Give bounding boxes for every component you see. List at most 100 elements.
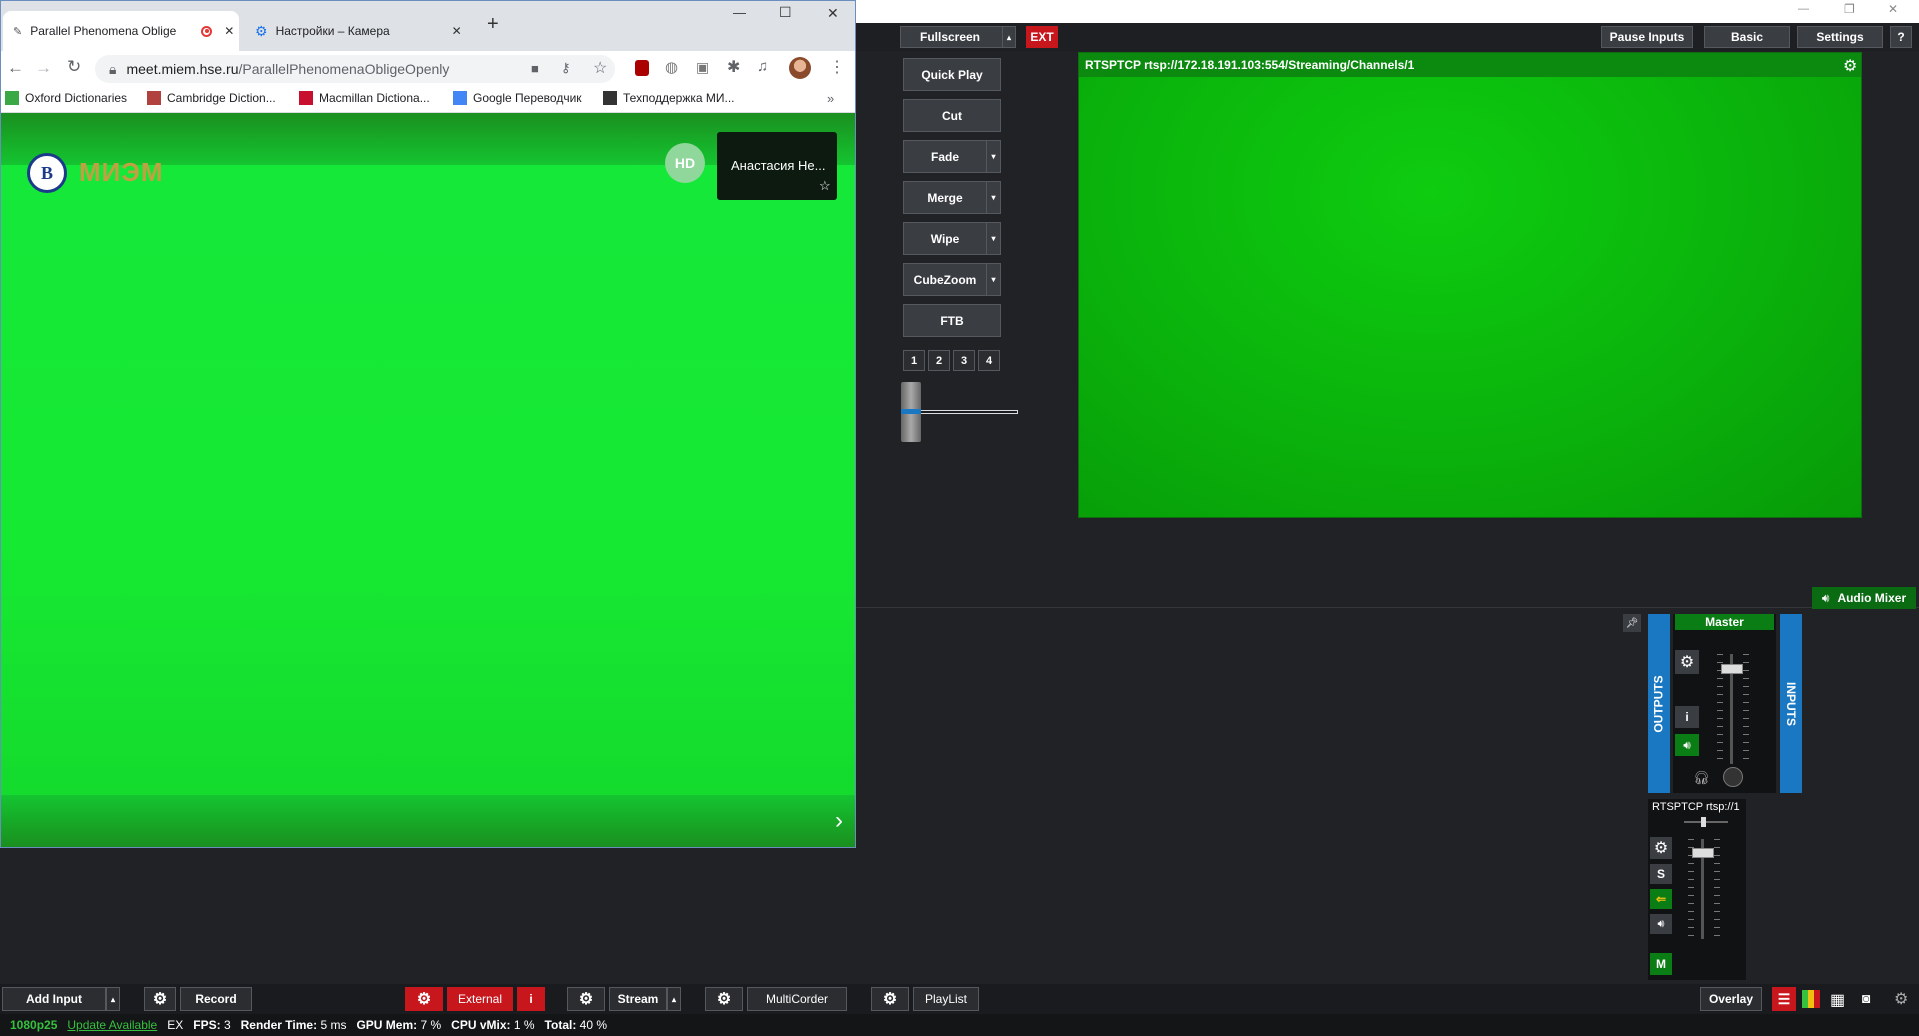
master-knob-dial[interactable] [1723,767,1743,787]
menu-icon[interactable]: ⋮ [829,57,845,77]
route-arrow-icon[interactable]: ⇐ [1650,889,1672,909]
reload-icon[interactable]: ↻ [67,57,81,77]
snapshot-icon[interactable]: ◙ [1862,990,1870,1006]
bookmark-oxford[interactable]: Oxford Dictionaries [5,91,127,105]
update-available-link[interactable]: Update Available [67,1018,157,1032]
number-button-3[interactable]: 3 [953,350,975,371]
multicorder-button[interactable]: MultiCorder [747,987,847,1011]
status-tuning-icon[interactable]: ⚙ [1894,989,1908,1009]
outputs-tab[interactable]: OUTPUTS [1648,614,1670,793]
inputs-tab[interactable]: INPUTS [1780,614,1802,793]
input-strip: RTSPTCP rtsp://1 ⚙ S ⇐ 🔊︎ M [1648,799,1746,980]
external-button[interactable]: External [447,987,513,1011]
avatar[interactable] [789,57,811,79]
pin-icon[interactable]: 📌︎ [1623,614,1641,632]
stream-dropdown[interactable]: ▴ [667,987,681,1011]
merge-button[interactable]: Merge [903,181,987,214]
forward-icon[interactable]: → [35,58,52,78]
fullscreen-button[interactable]: Fullscreen [900,26,1014,48]
cubezoom-button[interactable]: CubeZoom [903,263,987,296]
number-button-4[interactable]: 4 [978,350,1000,371]
master-fader-knob[interactable] [1721,664,1743,674]
help-button[interactable]: ? [1890,26,1912,48]
playlist-button[interactable]: PlayList [913,987,979,1011]
close-window-button[interactable]: ✕ [827,5,839,22]
number-button-1[interactable]: 1 [903,350,925,371]
external-info-button[interactable]: i [517,987,545,1011]
master-info-button[interactable]: i [1675,706,1699,728]
t-bar-handle[interactable] [901,382,921,442]
bookmark-support[interactable]: Техподдержка МИ... [603,91,735,105]
vmix-restore-button[interactable]: ❐ [1844,2,1855,16]
pin-star-icon[interactable]: ☆ [819,178,831,194]
external-gear-icon[interactable]: ⚙ [405,987,443,1011]
ftb-button[interactable]: FTB [903,304,1001,337]
tab-meet[interactable]: ✎ Parallel Phenomena Oblige ✕ [3,11,239,51]
camera-icon[interactable]: ■ [531,61,539,76]
fullscreen-dropdown[interactable]: ▴ [1002,26,1016,48]
maximize-button[interactable]: ☐ [779,4,792,21]
master-gear-icon[interactable]: ⚙ [1675,650,1699,674]
audio-mixer-button[interactable]: 🔊︎ Audio Mixer [1812,587,1916,609]
preview-gear-icon[interactable]: ⚙ [1843,56,1857,76]
fade-button[interactable]: Fade [903,140,987,173]
profile-avatar[interactable]: HD [665,143,705,183]
ublock-icon[interactable] [635,60,649,76]
new-tab-button[interactable]: + [487,13,499,36]
ext-button[interactable]: EXT [1026,26,1058,48]
headphones-icon[interactable]: 🎧︎ [1693,770,1710,786]
minimize-button[interactable]: — [733,5,746,20]
tab-close-icon[interactable]: ✕ [452,24,462,38]
bookmarks-more-icon[interactable]: » [827,91,834,106]
puzzle-icon[interactable]: ✱ [727,57,740,77]
playlist-gear-icon[interactable]: ⚙ [871,987,909,1011]
mute-button[interactable]: M [1650,953,1672,975]
key-icon[interactable]: ⚷ [561,60,571,76]
level-meter-icon[interactable] [1802,990,1820,1008]
settings-button[interactable]: Settings [1797,26,1883,48]
stream-gear-icon[interactable]: ⚙ [567,987,605,1011]
add-input-button[interactable]: Add Input [2,987,106,1011]
oxford-icon [5,91,19,105]
input-speaker-icon[interactable]: 🔊︎ [1650,914,1672,934]
extension-lock-icon[interactable]: ▣ [696,59,709,76]
record-button[interactable]: Record [180,987,252,1011]
record-gear-icon[interactable]: ⚙ [144,987,176,1011]
multiview-icon[interactable]: ▦ [1830,990,1845,1010]
solo-button[interactable]: S [1650,864,1672,884]
basic-button[interactable]: Basic [1704,26,1790,48]
master-speaker-icon[interactable]: 🔊︎ [1675,734,1699,756]
cut-button[interactable]: Cut [903,99,1001,132]
tab-settings-camera[interactable]: ⚙ Настройки – Камера ✕ [243,11,479,51]
globe-icon[interactable]: ◍ [665,58,678,76]
pause-inputs-button[interactable]: Pause Inputs [1601,26,1693,48]
wipe-dropdown[interactable]: ▾ [986,222,1001,255]
participant-tile[interactable]: Анастасия Не... ☆ [717,132,837,200]
list-view-icon[interactable]: ☰ [1772,987,1796,1011]
bookmark-cambridge[interactable]: Cambridge Diction... [147,91,276,105]
star-icon[interactable]: ☆ [593,58,607,78]
bookmark-macmillan[interactable]: Macmillan Dictiona... [299,91,430,105]
wipe-button[interactable]: Wipe [903,222,987,255]
overlay-button[interactable]: Overlay [1700,987,1762,1011]
multicorder-gear-icon[interactable]: ⚙ [705,987,743,1011]
input-balance-knob[interactable] [1701,817,1706,827]
next-arrow-icon[interactable]: › [835,807,843,835]
vmix-close-button[interactable]: ✕ [1888,2,1898,16]
fade-dropdown[interactable]: ▾ [986,140,1001,173]
merge-dropdown[interactable]: ▾ [986,181,1001,214]
preview-output[interactable]: RTSPTCP rtsp://172.18.191.103:554/Stream… [1078,52,1862,518]
input-fader-knob[interactable] [1692,848,1714,858]
tab-close-icon[interactable]: ✕ [224,24,234,38]
number-button-2[interactable]: 2 [928,350,950,371]
add-input-dropdown[interactable]: ▴ [106,987,120,1011]
cubezoom-dropdown[interactable]: ▾ [986,263,1001,296]
stream-button[interactable]: Stream [609,987,667,1011]
back-icon[interactable]: ← [7,58,24,78]
bookmark-google-translate[interactable]: Google Переводчик [453,91,582,105]
vmix-minimize-button[interactable]: — [1798,3,1809,15]
media-icon[interactable]: ♫ [757,58,768,75]
divider-line [856,607,1919,608]
input-gear-icon[interactable]: ⚙ [1650,837,1672,859]
quick-play-button[interactable]: Quick Play [903,58,1001,91]
